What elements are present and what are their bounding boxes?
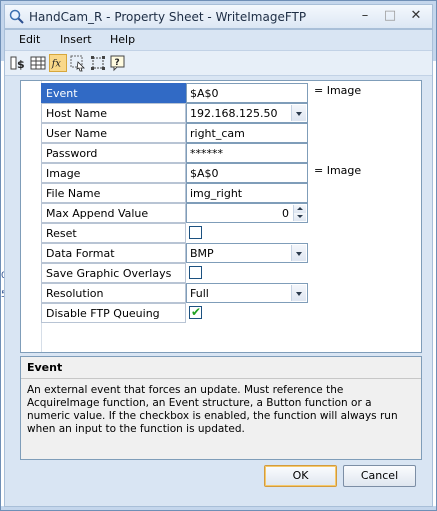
file-name-input[interactable]: img_right: [186, 183, 308, 203]
password-input[interactable]: ******: [186, 143, 308, 163]
stepper-value: 0: [282, 207, 289, 220]
property-row-resolution[interactable]: Resolution Full: [41, 283, 421, 303]
data-format-combo[interactable]: BMP: [186, 243, 308, 263]
property-label[interactable]: User Name: [41, 123, 186, 143]
property-note: = Image: [314, 84, 362, 97]
save-graphic-overlays-checkbox[interactable]: [189, 266, 202, 279]
toolbar: $ fx ?: [5, 50, 432, 76]
chevron-down-icon[interactable]: [291, 285, 306, 301]
property-label[interactable]: Data Format: [41, 243, 186, 263]
property-label[interactable]: Password: [41, 143, 186, 163]
property-row-reset[interactable]: Reset: [41, 223, 421, 243]
property-note: = Image: [314, 164, 362, 177]
checkmark-icon: ✔: [191, 305, 202, 319]
reset-checkbox[interactable]: [189, 226, 202, 239]
property-row-file-name[interactable]: File Name img_right: [41, 183, 421, 203]
combo-value: 192.168.125.50: [190, 107, 278, 120]
combo-value: BMP: [190, 247, 214, 260]
app-magnifier-icon: [9, 9, 24, 24]
property-label[interactable]: Reset: [41, 223, 186, 243]
close-button[interactable]: ✕: [404, 8, 428, 25]
user-name-input[interactable]: right_cam: [186, 123, 308, 143]
chevron-down-icon[interactable]: [291, 105, 306, 121]
property-label[interactable]: Save Graphic Overlays: [41, 263, 186, 283]
menu-help[interactable]: Help: [110, 33, 135, 46]
property-row-save-graphic-overlays[interactable]: Save Graphic Overlays: [41, 263, 421, 283]
spreadsheet-dollar-icon[interactable]: $: [9, 54, 27, 72]
resolution-combo[interactable]: Full: [186, 283, 308, 303]
combo-value: Full: [190, 287, 209, 300]
minimize-button[interactable]: –: [353, 8, 377, 25]
menu-insert[interactable]: Insert: [60, 33, 92, 46]
property-row-host-name[interactable]: Host Name 192.168.125.50: [41, 103, 421, 123]
event-input[interactable]: $A$0: [186, 83, 308, 103]
property-row-image[interactable]: Image $A$0 = Image: [41, 163, 421, 183]
description-divider: [21, 378, 421, 379]
chevron-down-icon[interactable]: [291, 245, 306, 261]
image-input[interactable]: $A$0: [186, 163, 308, 183]
function-icon[interactable]: fx: [49, 54, 67, 72]
cancel-button[interactable]: Cancel: [343, 465, 416, 487]
resize-icon[interactable]: [89, 54, 107, 72]
stepper-up-icon[interactable]: [293, 205, 306, 213]
svg-text:$: $: [17, 58, 25, 71]
stepper-down-icon[interactable]: [293, 213, 306, 221]
save-overlays-cell: [186, 263, 308, 283]
disable-ftp-queuing-checkbox[interactable]: ✔: [189, 305, 202, 319]
select-icon[interactable]: [69, 54, 87, 72]
menu-edit[interactable]: Edit: [19, 33, 40, 46]
property-row-disable-ftp-queuing[interactable]: Disable FTP Queuing ✔: [41, 303, 421, 323]
svg-text:?: ?: [115, 58, 120, 68]
max-append-stepper[interactable]: 0: [186, 203, 308, 223]
svg-text:fx: fx: [51, 59, 62, 70]
property-sheet-dialog: Edit Insert Help $ fx ? Event $A$0 = Ima…: [4, 29, 433, 507]
property-grid: Event $A$0 = Image Host Name 192.168.125…: [20, 80, 422, 353]
description-panel: Event An external event that forces an u…: [20, 356, 422, 460]
property-row-max-append-value[interactable]: Max Append Value 0: [41, 203, 421, 223]
reset-cell: [186, 223, 308, 243]
host-name-combo[interactable]: 192.168.125.50: [186, 103, 308, 123]
grid-icon[interactable]: [29, 54, 47, 72]
property-row-event[interactable]: Event $A$0 = Image: [41, 83, 421, 103]
maximize-button[interactable]: □: [378, 8, 402, 25]
disable-ftp-cell: ✔: [186, 303, 308, 323]
help-icon[interactable]: ?: [109, 54, 127, 72]
title-bar[interactable]: HandCam_R - Property Sheet - WriteImageF…: [4, 4, 433, 29]
property-row-user-name[interactable]: User Name right_cam: [41, 123, 421, 143]
property-label[interactable]: Max Append Value: [41, 203, 186, 223]
property-row-password[interactable]: Password ******: [41, 143, 421, 163]
menu-bar: Edit Insert Help: [5, 30, 432, 50]
description-text: An external event that forces an update.…: [27, 384, 398, 435]
property-label[interactable]: Disable FTP Queuing: [41, 303, 186, 323]
property-label[interactable]: Image: [41, 163, 186, 183]
property-label[interactable]: Event: [41, 83, 186, 103]
description-title: Event: [27, 361, 63, 374]
window-title: HandCam_R - Property Sheet - WriteImageF…: [29, 10, 307, 24]
property-label[interactable]: Resolution: [41, 283, 186, 303]
property-label[interactable]: Host Name: [41, 103, 186, 123]
property-row-data-format[interactable]: Data Format BMP: [41, 243, 421, 263]
ok-button[interactable]: OK: [264, 465, 337, 487]
grid-row-gutter: [21, 81, 42, 352]
property-label[interactable]: File Name: [41, 183, 186, 203]
